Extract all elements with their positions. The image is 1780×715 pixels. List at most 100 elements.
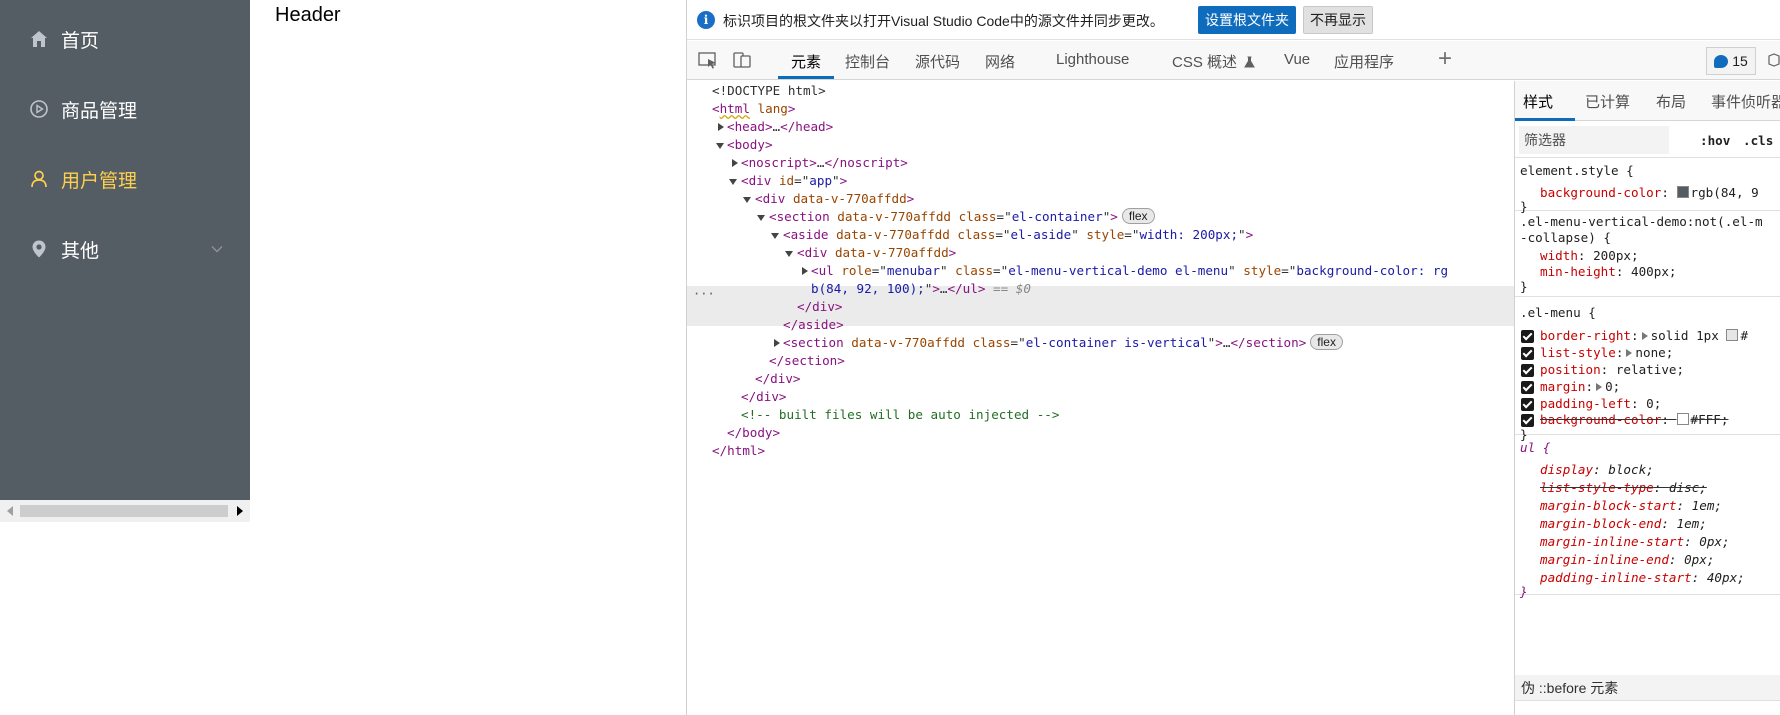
property-checkbox[interactable] xyxy=(1521,347,1534,360)
styles-tabs: 样式 已计算 布局 事件侦听器 xyxy=(1515,81,1780,121)
tab-vue[interactable]: Vue xyxy=(1284,51,1310,68)
dom-node-ul-menubar-selected[interactable]: <ul role="menubar" class="el-menu-vertic… xyxy=(687,261,1514,281)
expand-triangle-icon[interactable] xyxy=(732,159,738,167)
rule-menu-vertical-demo: .el-menu-vertical-demo:not(.el-m -collap… xyxy=(1515,211,1780,297)
tab-layout[interactable]: 布局 xyxy=(1656,91,1686,112)
sidebar-item-goods[interactable]: 商品管理 xyxy=(0,74,250,144)
color-swatch[interactable] xyxy=(1676,413,1689,425)
styles-pane: 样式 已计算 布局 事件侦听器 :hov .cls element.style … xyxy=(1514,81,1780,715)
hov-toggle-button[interactable]: :hov xyxy=(1700,133,1730,148)
dom-node-div-root[interactable]: <div data-v-770affdd> xyxy=(687,189,1514,209)
styles-filter-input[interactable] xyxy=(1519,126,1669,154)
styles-filter-row: :hov .cls xyxy=(1515,122,1780,158)
flex-badge[interactable]: flex xyxy=(1310,334,1343,350)
devtools-toolbar: 元素 控制台 源代码 网络 Lighthouse CSS 概述 Vue 应用程序… xyxy=(687,41,1780,80)
sidebar-item-label: 其他 xyxy=(61,240,100,262)
page-header-text: Header xyxy=(275,4,341,26)
expand-triangle-icon[interactable] xyxy=(774,339,780,347)
cls-toggle-button[interactable]: .cls xyxy=(1743,133,1773,148)
sidebar-item-other[interactable]: 其他 xyxy=(0,214,250,284)
dom-node-head[interactable]: <head>…</head> xyxy=(687,117,1514,137)
add-tab-button[interactable]: + xyxy=(1438,45,1452,73)
flex-badge[interactable]: flex xyxy=(1121,208,1155,224)
property-checkbox[interactable] xyxy=(1521,381,1534,394)
color-swatch[interactable] xyxy=(1726,329,1739,341)
issues-badge[interactable]: 15 xyxy=(1706,47,1756,75)
dom-node-html[interactable]: <html lang> xyxy=(687,99,1514,119)
dom-node-div-root-close[interactable]: </div> xyxy=(687,369,1514,389)
dom-node-aside-close[interactable]: </aside> xyxy=(687,315,1514,335)
dom-node-aside-div[interactable]: <div data-v-770affdd> xyxy=(687,243,1514,263)
tab-console[interactable]: 控制台 xyxy=(845,51,890,72)
dom-node-doctype[interactable]: <!DOCTYPE html> xyxy=(687,81,1514,101)
rule-ul-user-agent: ul { display: block; list-style-type: di… xyxy=(1515,435,1780,599)
tab-sources[interactable]: 源代码 xyxy=(915,51,960,72)
set-root-folder-button[interactable]: 设置根文件夹 xyxy=(1198,6,1296,34)
play-circle-icon xyxy=(28,98,50,120)
dom-node-ul-menubar-continuation[interactable]: b(84, 92, 100);">…</ul> == $0 xyxy=(687,279,1514,299)
device-emulation-icon[interactable] xyxy=(731,50,753,70)
dom-node-body[interactable]: <body> xyxy=(687,135,1514,155)
color-swatch[interactable] xyxy=(1676,186,1689,198)
location-pin-icon xyxy=(28,238,50,260)
sidebar-item-users[interactable]: 用户管理 xyxy=(0,144,250,214)
dont-show-again-button[interactable]: 不再显示 xyxy=(1303,6,1373,34)
sidebar-item-label: 商品管理 xyxy=(61,100,138,122)
user-icon xyxy=(28,168,50,190)
collapse-triangle-icon[interactable] xyxy=(743,197,751,203)
scrollbar-thumb[interactable] xyxy=(20,505,228,517)
scroll-left-arrow-icon[interactable] xyxy=(7,506,13,516)
expand-triangle-icon xyxy=(1626,349,1633,357)
horizontal-scrollbar[interactable] xyxy=(0,500,250,522)
scroll-right-arrow-icon[interactable] xyxy=(237,506,243,516)
sidebar-item-label: 首页 xyxy=(61,30,100,52)
dom-node-html-close[interactable]: </html> xyxy=(687,441,1514,461)
flask-icon xyxy=(1244,56,1256,68)
expand-triangle-icon[interactable] xyxy=(802,267,808,275)
tab-lighthouse[interactable]: Lighthouse xyxy=(1056,51,1129,68)
dom-node-section-close[interactable]: </section> xyxy=(687,351,1514,371)
chat-bubble-icon xyxy=(1714,54,1729,68)
inspect-element-icon[interactable] xyxy=(697,50,719,70)
collapse-triangle-icon[interactable] xyxy=(771,233,779,239)
collapse-triangle-icon[interactable] xyxy=(716,143,724,149)
dom-node-div-app-close[interactable]: </div> xyxy=(687,387,1514,407)
tab-computed[interactable]: 已计算 xyxy=(1585,91,1630,112)
dom-node-aside[interactable]: <aside data-v-770affdd class="el-aside" … xyxy=(687,225,1514,245)
sidebar-item-home[interactable]: 首页 xyxy=(0,4,250,74)
info-icon: i xyxy=(697,11,715,29)
dom-node-comment[interactable]: <!-- built files will be auto injected -… xyxy=(687,405,1514,425)
dom-node-body-close[interactable]: </body> xyxy=(687,423,1514,443)
expand-triangle-icon xyxy=(1641,332,1648,340)
devtools-panel: i 标识项目的根文件夹以打开Visual Studio Code中的源文件并同步… xyxy=(686,0,1780,715)
expand-triangle-icon[interactable] xyxy=(718,123,724,131)
settings-icon[interactable] xyxy=(1767,53,1780,67)
tab-network[interactable]: 网络 xyxy=(985,51,1015,72)
active-tab-indicator xyxy=(778,76,834,79)
dom-node-noscript[interactable]: <noscript>…</noscript> xyxy=(687,153,1514,173)
dom-node-div-app[interactable]: <div id="app"> xyxy=(687,171,1514,191)
tab-styles[interactable]: 样式 xyxy=(1523,91,1553,112)
pseudo-element-header[interactable]: 伪 ::before 元素 xyxy=(1515,675,1780,701)
dom-node-div-close[interactable]: </div> xyxy=(687,297,1514,317)
tab-application[interactable]: 应用程序 xyxy=(1334,51,1394,72)
collapse-triangle-icon[interactable] xyxy=(729,179,737,185)
dom-node-section-vertical[interactable]: <section data-v-770affdd class="el-conta… xyxy=(687,333,1514,353)
issues-count: 15 xyxy=(1732,53,1748,69)
active-tab-indicator xyxy=(1515,118,1575,121)
rule-element-style: element.style { background-color: rgb(84… xyxy=(1515,159,1780,214)
chevron-down-icon xyxy=(210,242,224,256)
dom-tree: ··· <!DOCTYPE html> <html lang> <head>…<… xyxy=(687,81,1514,715)
sidebar-menu: 首页 商品管理 用户管理 其他 xyxy=(0,0,250,500)
dom-node-section-container[interactable]: <section data-v-770affdd class="el-conta… xyxy=(687,207,1514,227)
rule-el-menu: .el-menu { border-right: solid 1px # list… xyxy=(1515,297,1780,442)
tab-elements[interactable]: 元素 xyxy=(791,51,821,72)
collapse-triangle-icon[interactable] xyxy=(757,215,765,221)
tab-css-overview[interactable]: CSS 概述 xyxy=(1172,51,1256,72)
property-checkbox[interactable] xyxy=(1521,364,1534,377)
property-checkbox[interactable] xyxy=(1521,330,1534,343)
tab-event-listeners[interactable]: 事件侦听器 xyxy=(1711,91,1780,112)
property-checkbox[interactable] xyxy=(1521,398,1534,411)
home-icon xyxy=(28,28,50,50)
collapse-triangle-icon[interactable] xyxy=(785,251,793,257)
